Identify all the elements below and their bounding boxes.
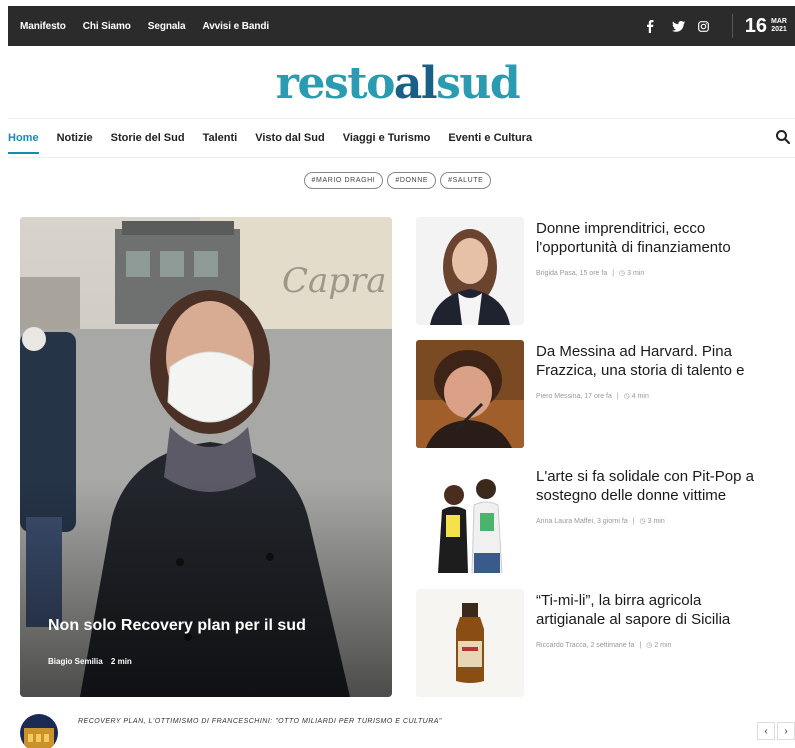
hero-meta: Biagio Semilia 2 min (48, 657, 138, 666)
logo-part-resto: resto (275, 58, 396, 109)
meta-separator: | (639, 642, 642, 649)
article-author-time: Anna Laura Maffei, 3 giorni fa (536, 518, 628, 525)
nav-item-storie-del-sud[interactable]: Storie del Sud (111, 122, 185, 154)
top-link-segnala[interactable]: Segnala (148, 21, 186, 32)
clock-icon: ◷ (619, 270, 626, 277)
twitter-icon[interactable] (671, 20, 685, 32)
ticker-controls: ‹ › (757, 722, 795, 740)
top-bar: Manifesto Chi Siamo Segnala Avvisi e Ban… (8, 6, 795, 46)
clock-icon: ◷ (646, 642, 653, 649)
article-meta: Riccardo Tracca, 2 settimane fa | ◷ 2 min (536, 641, 671, 649)
article-meta: Anna Laura Maffei, 3 giorni fa | ◷ 3 min (536, 517, 665, 525)
article-read-time: 4 min (631, 393, 649, 400)
date-display: 16 MAR 2021 (731, 14, 787, 38)
nav-item-viaggi-turismo[interactable]: Viaggi e Turismo (343, 122, 431, 154)
article-card[interactable]: Da Messina ad Harvard. Pina Frazzica, un… (416, 340, 795, 450)
top-nav: Manifesto Chi Siamo Segnala Avvisi e Ban… (20, 21, 286, 32)
article-read-time: 2 min (654, 642, 672, 649)
date-year: 2021 (771, 26, 787, 33)
news-ticker: RECOVERY PLAN, L'OTTIMISMO DI FRANCESCHI… (20, 710, 795, 748)
tag-mario-draghi[interactable]: #MARIO DRAGHI (303, 172, 384, 189)
date-month-year: MAR 2021 (771, 18, 787, 34)
main-nav: Home Notizie Storie del Sud Talenti Vist… (8, 118, 795, 158)
article-card[interactable]: “Ti-mi-li”, la birra agricola artigianal… (416, 589, 795, 699)
trending-tags: #MARIO DRAGHI #DONNE #SALUTE (0, 172, 795, 189)
article-title-line[interactable]: artigianale al sapore di Sicilia (536, 611, 730, 628)
meta-separator: | (632, 518, 635, 525)
article-title-line[interactable]: Frazzica, una storia di talento e (536, 362, 744, 379)
hero-article[interactable]: Capra Non solo Recovery plan per il sud … (20, 217, 392, 697)
article-thumbnail[interactable] (416, 589, 524, 697)
ticker-next-button[interactable]: › (777, 722, 795, 740)
tag-donne[interactable]: #DONNE (387, 172, 437, 189)
ticker-text[interactable]: RECOVERY PLAN, L'OTTIMISMO DI FRANCESCHI… (78, 718, 442, 725)
article-title-line[interactable]: “Ti-mi-li”, la birra agricola (536, 592, 701, 609)
hero-read-time: 2 min (110, 657, 132, 666)
article-title-line[interactable]: Donne imprenditrici, ecco (536, 220, 705, 237)
nav-item-visto-dal-sud[interactable]: Visto dal Sud (255, 122, 324, 154)
nav-item-talenti[interactable]: Talenti (203, 122, 238, 154)
article-card[interactable]: L'arte si fa solidale con Pit-Pop a sost… (416, 465, 795, 575)
article-card[interactable]: Donne imprenditrici, ecco l'opportunità … (416, 217, 795, 327)
hero-title[interactable]: Non solo Recovery plan per il sud (48, 617, 306, 635)
article-read-time: 3 min (627, 270, 645, 277)
article-title[interactable]: “Ti-mi-li”, la birra agricola artigianal… (536, 591, 795, 629)
logo-part-sud: sud (436, 58, 521, 109)
search-icon[interactable] (775, 129, 791, 145)
nav-item-notizie[interactable]: Notizie (57, 122, 93, 154)
article-title-line[interactable]: L'arte si fa solidale con Pit-Pop a (536, 468, 754, 485)
facebook-icon[interactable] (646, 19, 658, 33)
date-day: 16 (744, 14, 768, 37)
article-thumbnail[interactable] (416, 465, 524, 573)
top-link-chi-siamo[interactable]: Chi Siamo (83, 21, 131, 32)
article-author-time: Brigida Pasa, 15 ore fa (536, 270, 608, 277)
article-title-line[interactable]: sostegno delle donne vittime (536, 487, 726, 504)
hero-author[interactable]: Biagio Semilia (48, 657, 103, 666)
article-title[interactable]: Da Messina ad Harvard. Pina Frazzica, un… (536, 342, 795, 380)
article-meta: Brigida Pasa, 15 ore fa | ◷ 3 min (536, 269, 644, 277)
meta-separator: | (616, 393, 619, 400)
clock-icon: ◷ (623, 393, 630, 400)
logo-part-al: al (393, 58, 438, 109)
ticker-thumbnail[interactable] (20, 714, 58, 748)
clock-icon: ◷ (639, 518, 646, 525)
top-link-avvisi-bandi[interactable]: Avvisi e Bandi (202, 21, 269, 32)
meta-separator: | (612, 270, 615, 277)
article-thumbnail[interactable] (416, 340, 524, 448)
date-month: MAR (771, 18, 787, 25)
article-title[interactable]: Donne imprenditrici, ecco l'opportunità … (536, 219, 795, 257)
top-right: 16 MAR 2021 (632, 6, 795, 46)
top-link-manifesto[interactable]: Manifesto (20, 21, 66, 32)
nav-item-home[interactable]: Home (8, 122, 39, 154)
article-title-line[interactable]: Da Messina ad Harvard. Pina (536, 343, 732, 360)
nav-item-eventi-cultura[interactable]: Eventi e Cultura (448, 122, 532, 154)
article-author-time: Piero Messina, 17 ore fa (536, 393, 612, 400)
instagram-icon[interactable] (697, 20, 710, 32)
article-thumbnail[interactable] (416, 217, 524, 325)
site-logo[interactable]: restoalsud (0, 58, 795, 109)
ticker-prev-button[interactable]: ‹ (757, 722, 775, 740)
article-title-line[interactable]: l'opportunità di finanziamento (536, 239, 731, 256)
article-meta: Piero Messina, 17 ore fa | ◷ 4 min (536, 392, 649, 400)
article-read-time: 3 min (647, 518, 665, 525)
article-title[interactable]: L'arte si fa solidale con Pit-Pop a sost… (536, 467, 795, 505)
tag-salute[interactable]: #SALUTE (440, 172, 492, 189)
article-author-time: Riccardo Tracca, 2 settimane fa (536, 642, 635, 649)
